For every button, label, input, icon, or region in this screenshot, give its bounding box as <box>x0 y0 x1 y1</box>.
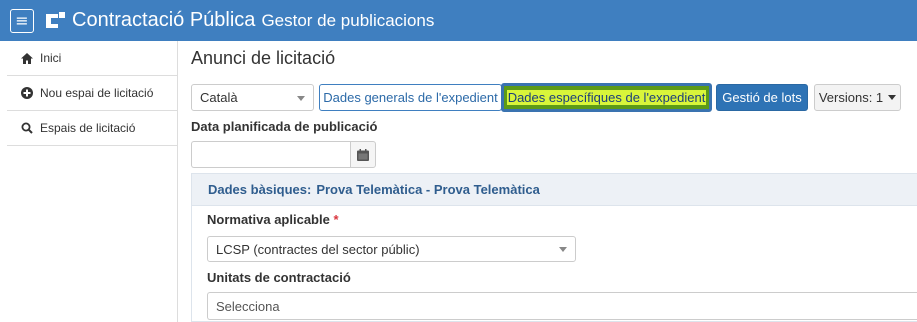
panel-header-title: Prova Telemàtica - Prova Telemàtica <box>316 182 540 197</box>
calendar-button[interactable] <box>350 141 376 168</box>
panel-header: Dades bàsiques: Prova Telemàtica - Prova… <box>192 174 917 206</box>
required-marker: * <box>333 212 339 227</box>
date-input[interactable] <box>191 141 351 168</box>
sidebar-item-label: Inici <box>40 51 62 65</box>
language-select-value: Català <box>200 90 238 105</box>
plus-circle-icon <box>20 87 34 99</box>
unitats-select[interactable]: Selecciona <box>207 292 917 320</box>
button-label: Gestió de lots <box>722 90 802 105</box>
sidebar-item-nou-espai[interactable]: Nou espai de licitació <box>7 76 177 111</box>
sidebar-item-inici[interactable]: Inici <box>7 41 177 76</box>
chevron-down-icon <box>297 95 305 101</box>
normativa-label: Normativa aplicable * <box>207 212 339 227</box>
normativa-select-value: LCSP (contractes del sector públic) <box>216 241 420 257</box>
home-icon <box>20 52 34 64</box>
unitats-label: Unitats de contractació <box>207 270 351 285</box>
sidebar-item-espais[interactable]: Espais de licitació <box>7 111 177 146</box>
date-label: Data planificada de publicació <box>191 119 378 134</box>
language-select[interactable]: Català <box>191 84 314 111</box>
panel-header-prefix: Dades bàsiques: <box>208 182 312 197</box>
caret-down-icon <box>888 95 897 100</box>
gestio-lots-button[interactable]: Gestió de lots <box>716 84 808 111</box>
tab-dades-generals[interactable]: Dades generals de l'expedient <box>319 84 502 111</box>
button-label: Versions: 1 <box>818 90 884 105</box>
sidebar-item-label: Espais de licitació <box>40 121 136 135</box>
calendar-icon <box>357 148 369 161</box>
chevron-down-icon <box>559 247 567 252</box>
normativa-label-text: Normativa aplicable <box>207 212 330 227</box>
search-icon <box>20 122 34 134</box>
app-title: Contractació Pública <box>72 9 256 31</box>
brand-logo <box>46 11 65 28</box>
hamburger-menu-button[interactable]: ≡ <box>10 8 34 33</box>
tab-label: Dades específiques de l'expedient <box>506 90 707 105</box>
hamburger-icon: ≡ <box>15 10 29 30</box>
app-subtitle: Gestor de publicacions <box>261 10 435 30</box>
top-header: ≡ Contractació Pública Gestor de publica… <box>0 0 917 41</box>
normativa-select[interactable]: LCSP (contractes del sector públic) <box>207 236 576 262</box>
tab-label: Dades generals de l'expedient <box>323 90 498 105</box>
sidebar-item-label: Nou espai de licitació <box>40 86 154 100</box>
versions-dropdown[interactable]: Versions: 1 <box>814 84 901 111</box>
page-title: Anunci de licitació <box>191 48 336 68</box>
tab-dades-especifiques[interactable]: Dades específiques de l'expedient <box>501 83 712 112</box>
unitats-placeholder: Selecciona <box>216 298 280 314</box>
sidebar: Inici Nou espai de licitació Espais de l… <box>7 41 178 322</box>
